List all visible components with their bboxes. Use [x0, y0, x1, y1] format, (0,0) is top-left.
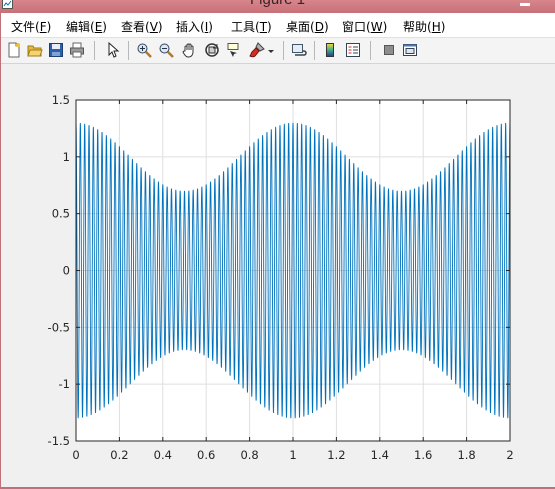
- menu-edit[interactable]: 编辑(E): [66, 18, 107, 35]
- hide-plot-tools-icon[interactable]: [381, 42, 397, 58]
- title-bar: Figure 1: [0, 0, 555, 13]
- open-file-icon[interactable]: [27, 42, 43, 58]
- pointer-icon[interactable]: [105, 42, 121, 58]
- insert-legend-icon[interactable]: [345, 42, 361, 58]
- x-tick-label: 0.8: [240, 448, 258, 462]
- menu-window[interactable]: 窗口(W): [342, 18, 387, 35]
- figure-canvas: 0 0.2 0.4 0.6 0.8 1 1.2 1.4 1.6 1.8 2 -1.5 -1 -0.5 0 0.…: [1, 64, 555, 487]
- x-tick-label: 1.4: [371, 448, 389, 462]
- y-tick-label: -0.5: [48, 320, 70, 334]
- menu-tools[interactable]: 工具(T): [231, 18, 272, 35]
- figure-toolbar: [1, 37, 555, 64]
- save-icon[interactable]: [48, 42, 64, 58]
- toolbar-separator: [128, 41, 129, 60]
- x-tick-label: 1.6: [414, 448, 432, 462]
- y-tick-label: 0: [63, 264, 70, 278]
- y-tick-label: 1: [63, 150, 70, 164]
- toolbar-separator: [370, 41, 371, 60]
- x-tick-label: 1.8: [457, 448, 475, 462]
- x-tick-label: 0.2: [110, 448, 128, 462]
- menu-file[interactable]: 文件(F): [11, 18, 51, 35]
- data-cursor-icon[interactable]: [226, 42, 242, 58]
- print-icon[interactable]: [69, 42, 85, 58]
- x-tick-label: 0.6: [197, 448, 215, 462]
- toolbar-separator: [314, 41, 315, 60]
- new-figure-icon[interactable]: [6, 42, 22, 58]
- figure-window: 文件(F) 编辑(E) 查看(V) 插入(I) 工具(T) 桌面(D) 窗口(W…: [1, 13, 555, 487]
- x-tick-label: 1.2: [327, 448, 345, 462]
- menu-insert[interactable]: 插入(I): [176, 18, 213, 35]
- menu-desktop[interactable]: 桌面(D): [286, 18, 329, 35]
- brush-icon[interactable]: [249, 42, 265, 58]
- rotate-3d-icon[interactable]: [204, 42, 220, 58]
- y-tick-label: 0.5: [52, 207, 70, 221]
- menu-help[interactable]: 帮助(H): [403, 18, 445, 35]
- window-title: Figure 1: [0, 0, 555, 8]
- toolbar-separator: [94, 41, 95, 60]
- plot-svg: 0 0.2 0.4 0.6 0.8 1 1.2 1.4 1.6 1.8 2 -1.5 -1 -0.5 0 0.…: [48, 93, 514, 462]
- pan-icon[interactable]: [181, 42, 197, 58]
- x-tick-label: 0.4: [154, 448, 172, 462]
- y-tick-label: 1.5: [52, 93, 70, 107]
- toolbar-separator: [283, 41, 284, 60]
- insert-colorbar-icon[interactable]: [322, 42, 338, 58]
- x-tick-label: 0: [72, 448, 79, 462]
- link-plot-icon[interactable]: [291, 42, 307, 58]
- x-tick-label: 2: [506, 448, 513, 462]
- show-plot-tools-icon[interactable]: [402, 42, 418, 58]
- brush-dropdown-icon[interactable]: [267, 42, 275, 58]
- zoom-out-icon[interactable]: [158, 42, 174, 58]
- y-tick-label: -1.5: [48, 434, 70, 448]
- minimize-button[interactable]: [520, 3, 530, 6]
- y-tick-label: -1: [59, 377, 70, 391]
- zoom-in-icon[interactable]: [136, 42, 152, 58]
- x-tick-label: 1: [289, 448, 296, 462]
- menu-bar: 文件(F) 编辑(E) 查看(V) 插入(I) 工具(T) 桌面(D) 窗口(W…: [1, 13, 555, 37]
- menu-view[interactable]: 查看(V): [121, 18, 163, 35]
